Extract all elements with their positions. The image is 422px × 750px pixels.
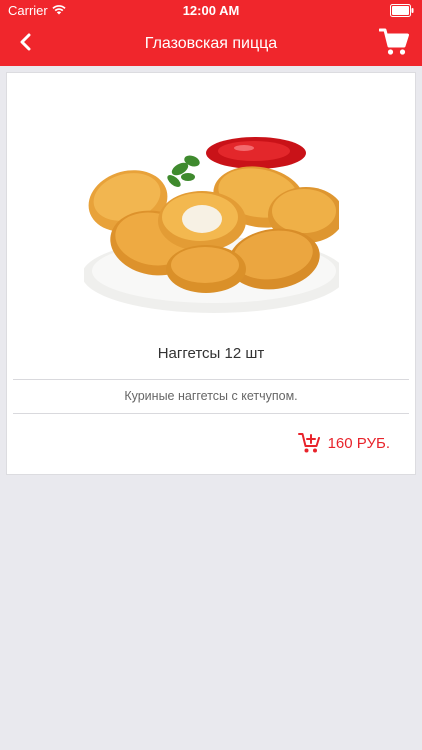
cart-add-icon bbox=[297, 432, 320, 454]
product-description: Куриные наггетсы с кетчупом. bbox=[124, 389, 298, 403]
chevron-left-icon bbox=[19, 33, 33, 56]
app-header: Carrier 12:00 AM Глазовская пицца bbox=[0, 0, 422, 66]
back-button[interactable] bbox=[10, 28, 42, 60]
product-card: Наггетсы 12 шт Куриные наггетсы с кетчуп… bbox=[6, 72, 416, 475]
page-title: Глазовская пицца bbox=[144, 35, 278, 52]
cart-button[interactable] bbox=[378, 28, 410, 60]
product-price: 160 РУБ. bbox=[327, 434, 390, 452]
shopping-cart-icon bbox=[378, 28, 409, 61]
navigation-bar: Глазовская пицца bbox=[0, 22, 422, 66]
divider bbox=[13, 379, 409, 380]
add-to-cart-button[interactable]: 160 РУБ. bbox=[297, 432, 390, 454]
status-bar: Carrier 12:00 AM bbox=[0, 0, 422, 22]
status-time: 12:00 AM bbox=[182, 3, 240, 18]
divider bbox=[13, 413, 409, 414]
product-image bbox=[84, 93, 339, 331]
battery-icon bbox=[390, 4, 414, 17]
product-name: Наггетсы 12 шт bbox=[157, 345, 265, 362]
